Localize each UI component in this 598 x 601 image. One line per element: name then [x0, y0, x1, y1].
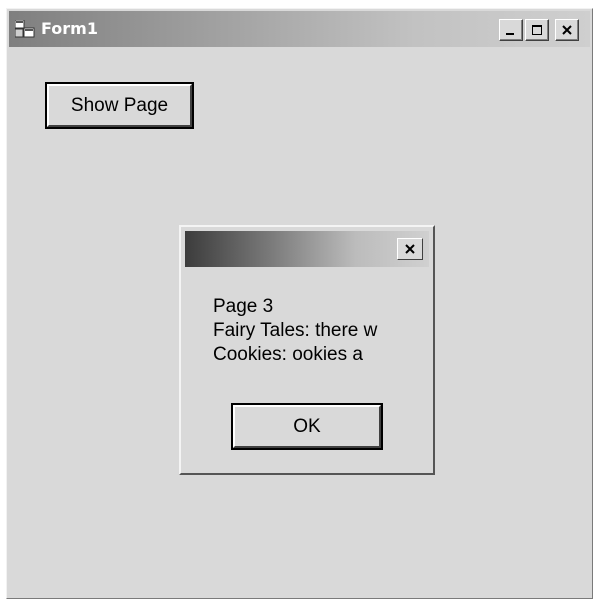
close-icon — [405, 244, 415, 254]
message-line: Fairy Tales: there w — [213, 320, 378, 341]
maximize-icon — [532, 25, 542, 35]
show-page-button-label: Show Page — [70, 94, 169, 116]
message-line: Cookies: ookies a — [213, 344, 363, 365]
main-window: Form1 Show Page Page 3 Fairy Tales: ther… — [6, 8, 593, 599]
close-button[interactable] — [555, 19, 579, 41]
minimize-icon — [506, 33, 514, 35]
message-line: Page 3 — [213, 296, 274, 317]
show-page-button[interactable]: Show Page — [45, 82, 194, 129]
minimize-button[interactable] — [499, 19, 523, 41]
message-dialog: Page 3 Fairy Tales: there w Cookies: ook… — [179, 225, 435, 475]
ok-button[interactable]: OK — [231, 403, 383, 450]
maximize-button[interactable] — [525, 19, 549, 41]
dialog-message: Page 3 Fairy Tales: there w Cookies: ook… — [213, 295, 423, 367]
dialog-title-bar[interactable] — [185, 231, 429, 267]
form-window-icon — [14, 19, 35, 38]
ok-button-label: OK — [293, 415, 321, 437]
title-bar[interactable]: Form1 — [9, 11, 590, 47]
dialog-close-button[interactable] — [397, 238, 423, 260]
close-icon — [562, 25, 572, 35]
window-title: Form1 — [41, 19, 98, 38]
